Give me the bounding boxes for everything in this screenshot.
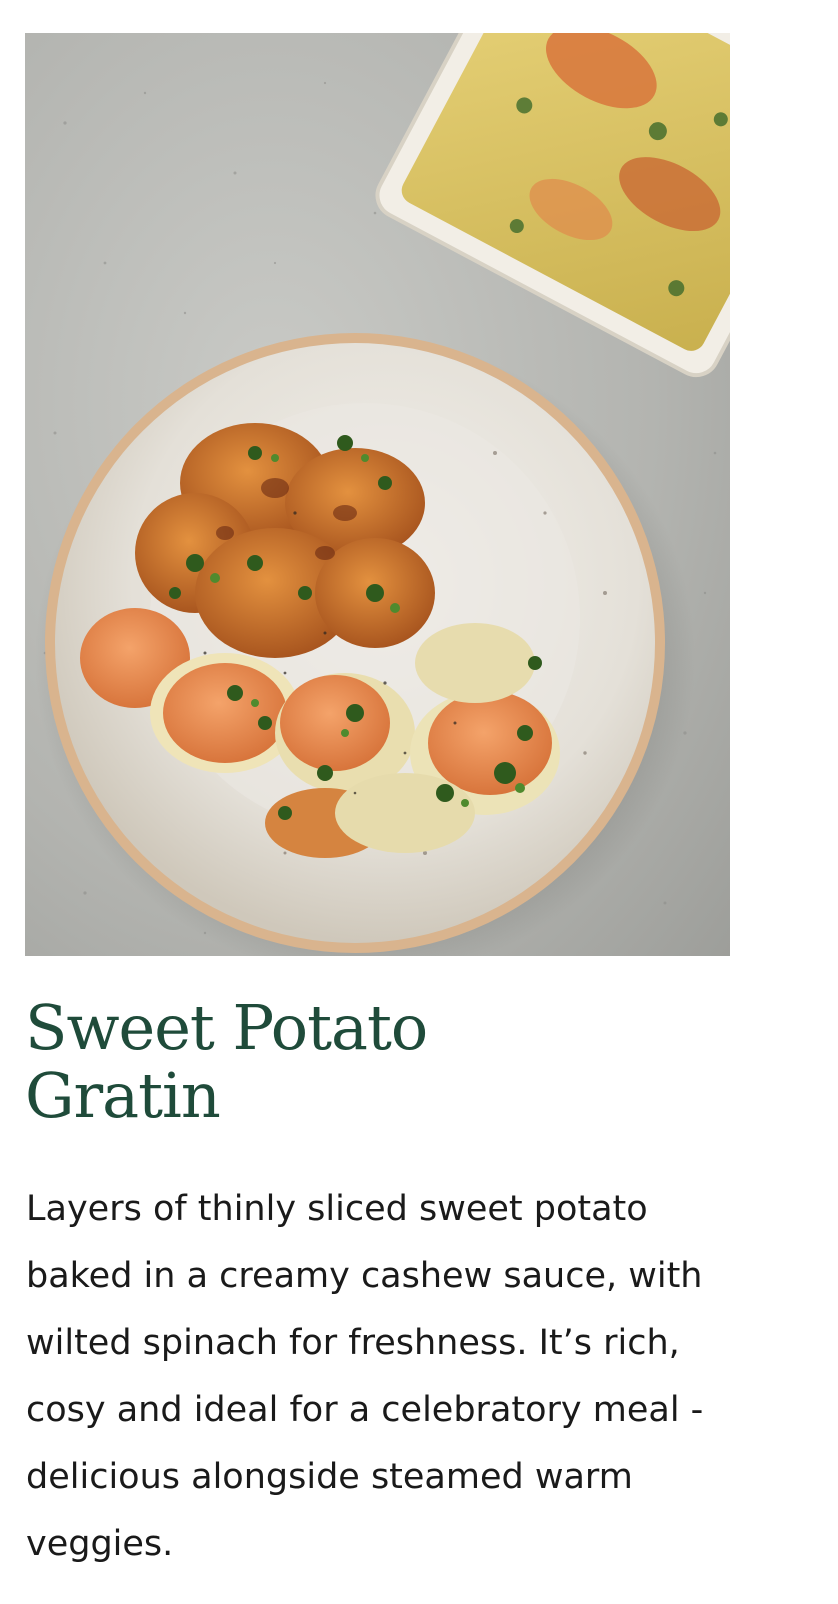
recipe-photo[interactable] [25,33,730,956]
recipe-card[interactable]: Sweet Potato Gratin Layers of thinly sli… [25,33,730,1578]
sweet-potato-gratin-image [25,33,730,956]
recipe-description: Layers of thinly sliced sweet potato bak… [26,1189,704,1564]
recipe-title[interactable]: Sweet Potato Gratin [25,994,545,1130]
